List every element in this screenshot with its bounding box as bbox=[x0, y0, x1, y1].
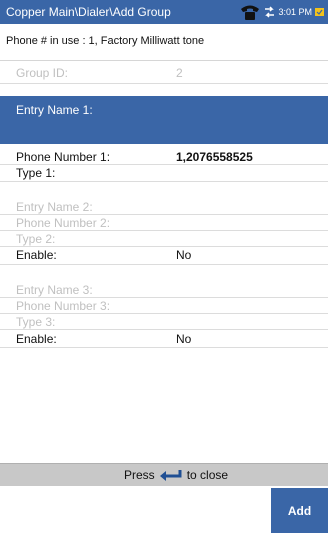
type-3-label: Type 3: bbox=[16, 315, 56, 329]
enable-3-value: No bbox=[176, 332, 192, 346]
type-2-label: Type 2: bbox=[16, 232, 56, 246]
add-button[interactable]: Add bbox=[271, 488, 328, 533]
to-close-text: to close bbox=[186, 468, 229, 482]
entry-name-1-label: Entry Name 1: bbox=[16, 103, 93, 117]
phone-number-1-label: Phone Number 1: bbox=[16, 150, 111, 164]
divider bbox=[0, 164, 328, 165]
divider bbox=[0, 230, 328, 231]
group-id-label: Group ID: bbox=[16, 66, 69, 80]
enable-2-label: Enable: bbox=[16, 248, 57, 262]
enable-3-label: Enable: bbox=[16, 332, 57, 346]
title-bar: Copper Main\Dialer\Add Group 3:01 PM bbox=[0, 0, 328, 24]
divider bbox=[0, 347, 328, 348]
battery-icon bbox=[315, 8, 324, 16]
group-id-value: 2 bbox=[176, 66, 183, 80]
phone-number-2-label: Phone Number 2: bbox=[16, 216, 111, 230]
sync-arrows-icon bbox=[265, 6, 275, 18]
entry-name-1-field[interactable]: Entry Name 1: bbox=[0, 96, 328, 144]
divider bbox=[0, 83, 328, 84]
divider bbox=[0, 214, 328, 215]
divider bbox=[0, 313, 328, 314]
entry-name-3-label: Entry Name 3: bbox=[16, 283, 93, 297]
breadcrumb-title: Copper Main\Dialer\Add Group bbox=[6, 5, 171, 19]
phone-in-use-text: Phone # in use : 1, Factory Milliwatt to… bbox=[6, 35, 205, 47]
phone-number-3-label: Phone Number 3: bbox=[16, 299, 111, 313]
press-text: Press bbox=[124, 468, 155, 482]
phone-icon bbox=[241, 5, 260, 20]
entry-name-2-label: Entry Name 2: bbox=[16, 200, 93, 214]
divider bbox=[0, 297, 328, 298]
type-1-label: Type 1: bbox=[16, 166, 56, 180]
divider bbox=[0, 329, 328, 330]
enter-key-icon bbox=[159, 470, 182, 481]
phone-number-1-value: 1,2076558525 bbox=[176, 150, 253, 164]
status-area: 3:01 PM bbox=[239, 3, 324, 21]
clock-time: 3:01 PM bbox=[278, 7, 312, 17]
divider bbox=[0, 246, 328, 247]
divider bbox=[0, 264, 328, 265]
divider bbox=[0, 181, 328, 182]
phone-in-use-banner: Phone # in use : 1, Factory Milliwatt to… bbox=[0, 24, 328, 61]
close-hint-bar: Press to close bbox=[0, 463, 328, 486]
enable-2-value: No bbox=[176, 248, 192, 262]
